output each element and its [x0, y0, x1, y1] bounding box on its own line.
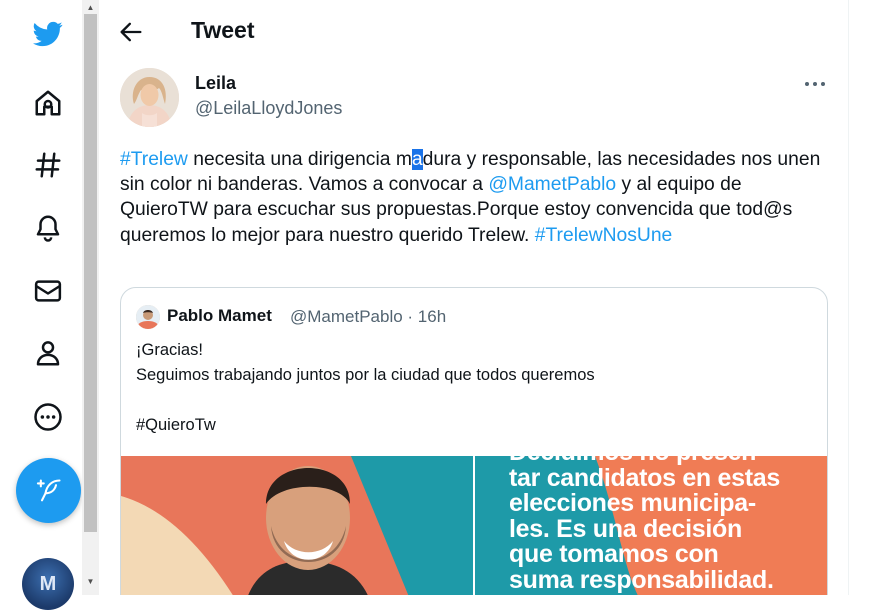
feather-plus-icon: [36, 478, 61, 501]
media-photo-portrait[interactable]: [121, 456, 473, 595]
main-column: Tweet Leila @LeilaLloydJones #Trelew nec…: [99, 0, 849, 595]
author-avatar[interactable]: [120, 68, 179, 127]
scroll-thumb[interactable]: [84, 14, 97, 532]
quoted-tweet-media[interactable]: Decidimos no presen- tar candidatos en e…: [121, 456, 827, 595]
scroll-down-arrow-icon[interactable]: ▼: [82, 574, 99, 588]
author-handle[interactable]: @LeilaLloydJones: [195, 98, 342, 119]
quoted-tweet-text: ¡Gracias! Seguimos trabajando juntos por…: [136, 341, 595, 434]
back-arrow-icon[interactable]: [117, 18, 145, 46]
quoted-author-name[interactable]: Pablo Mamet: [167, 306, 272, 326]
media-statement-image[interactable]: Decidimos no presen- tar candidatos en e…: [475, 456, 827, 595]
author-name[interactable]: Leila: [195, 73, 236, 94]
quoted-author-meta[interactable]: @MametPablo · 16h: [290, 307, 446, 327]
scroll-up-arrow-icon[interactable]: ▲: [82, 0, 99, 14]
quoted-author-avatar[interactable]: [136, 305, 160, 329]
quoted-tweet[interactable]: Pablo Mamet @MametPablo · 16h ¡Gracias! …: [120, 287, 828, 595]
page-title: Tweet: [191, 17, 255, 43]
media-statement-text: Decidimos no presen- tar candidatos en e…: [509, 456, 780, 594]
profile-person-icon[interactable]: [28, 333, 68, 373]
compose-tweet-button[interactable]: [16, 458, 81, 523]
mention-link[interactable]: @MametPablo: [488, 174, 616, 195]
explore-hashtag-icon[interactable]: [28, 145, 68, 185]
messages-envelope-icon[interactable]: [28, 271, 68, 311]
sidebar: M: [0, 0, 82, 610]
home-icon[interactable]: [28, 83, 68, 123]
hashtag-link[interactable]: #TrelewNosUne: [535, 225, 673, 246]
tweet-text-part: necesita una dirigencia m: [187, 149, 412, 170]
scrollbar[interactable]: ▲ ▼: [82, 0, 99, 595]
tweet-text: #Trelew necesita una dirigencia madura y…: [120, 147, 830, 248]
hashtag-link[interactable]: #Trelew: [120, 149, 188, 170]
more-circle-icon[interactable]: [28, 397, 68, 437]
more-options-icon[interactable]: [803, 74, 827, 94]
text-selection: a: [411, 149, 423, 170]
notifications-bell-icon[interactable]: [28, 208, 68, 248]
header: Tweet: [99, 0, 848, 62]
account-avatar[interactable]: M: [22, 558, 74, 610]
twitter-logo-icon[interactable]: [28, 14, 68, 54]
